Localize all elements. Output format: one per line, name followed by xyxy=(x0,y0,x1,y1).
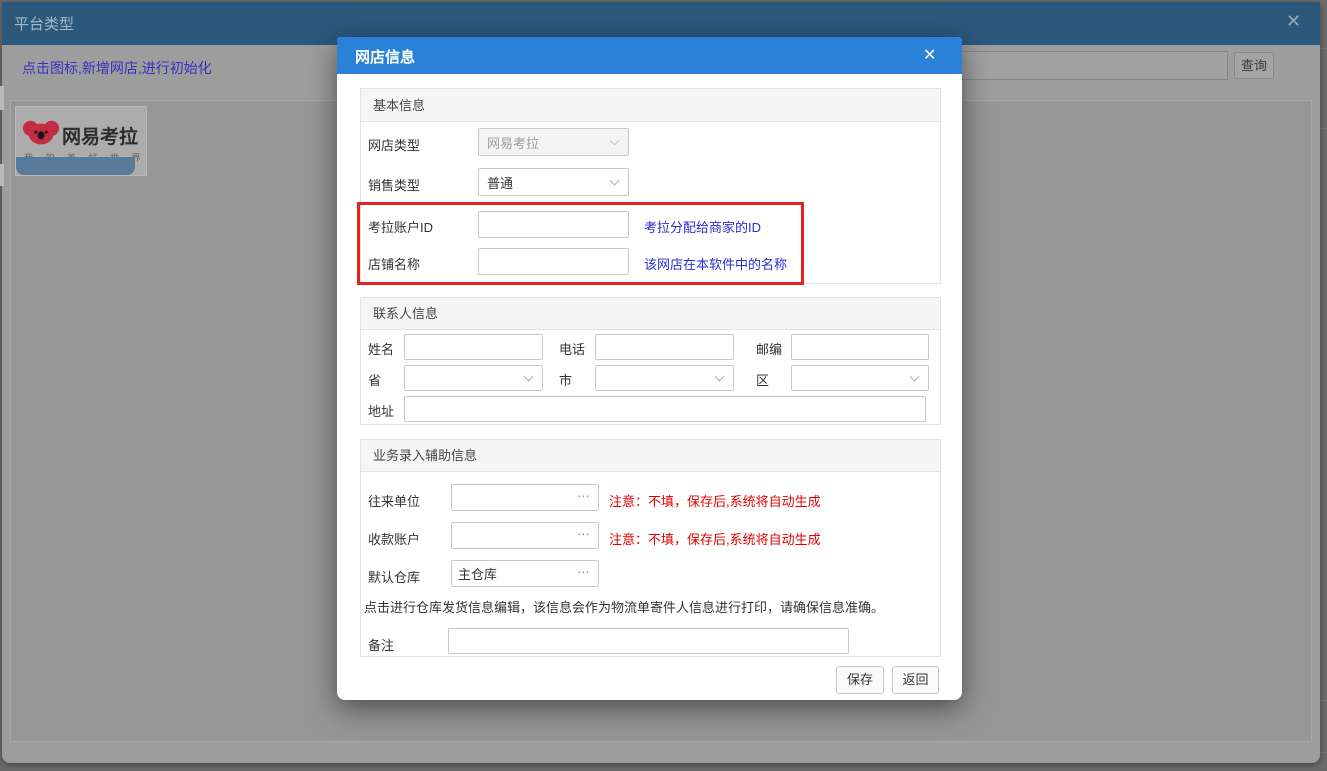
aux-info-header: 业务录入辅助信息 xyxy=(361,440,940,472)
chevron-down-icon xyxy=(909,371,920,382)
kaola-id-label: 考拉账户ID xyxy=(368,220,434,235)
zip-input[interactable] xyxy=(791,334,929,360)
phone-input[interactable] xyxy=(595,334,734,360)
store-name-label: 店铺名称 xyxy=(368,257,421,272)
kaola-id-input[interactable] xyxy=(478,211,629,238)
contact-info-header: 联系人信息 xyxy=(361,298,940,330)
basic-info-header: 基本信息 xyxy=(361,89,940,122)
ellipsis-picker-icon[interactable]: ⋯ xyxy=(577,565,591,578)
sale-type-select[interactable]: 普通 xyxy=(478,168,629,196)
aux-info-section: 业务录入辅助信息 往来单位 ⋯ 注意：不填，保存后,系统将自动生成 收款账户 ⋯… xyxy=(360,439,941,657)
basic-info-section: 基本信息 网店类型 网易考拉 销售类型 普通 考拉账户ID 考拉分配给商家的ID… xyxy=(360,88,941,284)
name-label: 姓名 xyxy=(368,342,395,357)
store-name-input[interactable] xyxy=(478,248,629,275)
kaola-id-hint: 考拉分配给商家的ID xyxy=(644,220,762,235)
partner-label: 往来单位 xyxy=(368,494,421,509)
chevron-down-icon xyxy=(523,371,534,382)
ellipsis-picker-icon[interactable]: ⋯ xyxy=(577,527,591,540)
store-name-hint: 该网店在本软件中的名称 xyxy=(644,257,788,272)
name-input[interactable] xyxy=(404,334,543,360)
address-label: 地址 xyxy=(368,404,395,419)
store-type-select: 网易考拉 xyxy=(478,128,629,156)
store-info-dialog: 网店信息 ✕ 基本信息 网店类型 网易考拉 销售类型 普通 考拉账户ID 考拉分… xyxy=(337,37,962,700)
address-input[interactable] xyxy=(404,396,926,422)
sale-type-value: 普通 xyxy=(487,175,514,191)
warehouse-tip: 点击进行仓库发货信息编辑，该信息会作为物流单寄件人信息进行打印，请确保信息准确。 xyxy=(364,600,885,615)
dialog-title: 网店信息 xyxy=(355,49,416,66)
phone-label: 电话 xyxy=(559,342,586,357)
contact-info-section: 联系人信息 姓名 电话 邮编 省 市 区 地址 xyxy=(360,297,941,425)
account-note: 注意：不填，保存后,系统将自动生成 xyxy=(609,532,821,547)
remark-input[interactable] xyxy=(448,628,849,654)
province-label: 省 xyxy=(368,373,382,388)
chevron-down-icon xyxy=(609,135,620,146)
dialog-close-icon[interactable]: ✕ xyxy=(923,45,936,65)
store-type-label: 网店类型 xyxy=(368,138,421,153)
partner-note: 注意：不填，保存后,系统将自动生成 xyxy=(609,494,821,509)
ellipsis-picker-icon[interactable]: ⋯ xyxy=(577,489,591,502)
district-select[interactable] xyxy=(791,365,929,391)
province-select[interactable] xyxy=(404,365,543,391)
dialog-header: 网店信息 ✕ xyxy=(337,37,962,74)
save-button[interactable]: 保存 xyxy=(836,666,884,694)
chevron-down-icon xyxy=(609,175,620,186)
city-select[interactable] xyxy=(595,365,734,391)
city-label: 市 xyxy=(559,373,573,388)
chevron-down-icon xyxy=(714,371,725,382)
sale-type-label: 销售类型 xyxy=(368,178,421,193)
back-button[interactable]: 返回 xyxy=(892,666,939,694)
account-label: 收款账户 xyxy=(368,532,421,547)
store-type-value: 网易考拉 xyxy=(487,135,540,151)
warehouse-label: 默认仓库 xyxy=(368,570,421,585)
zip-label: 邮编 xyxy=(756,342,783,357)
remark-label: 备注 xyxy=(368,638,395,653)
district-label: 区 xyxy=(756,373,770,388)
